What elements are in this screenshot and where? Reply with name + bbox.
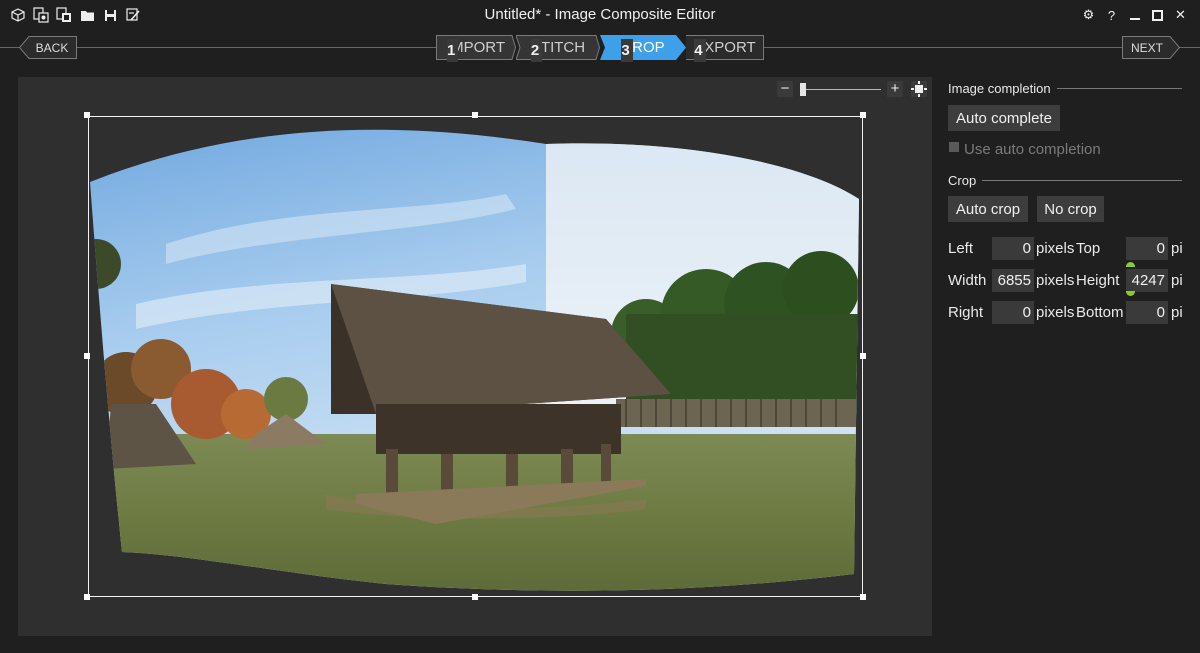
height-input[interactable]: 4247 <box>1126 269 1168 292</box>
wizard-line-left <box>0 47 20 48</box>
left-input[interactable]: 0 <box>992 237 1034 260</box>
crop-handle-right[interactable] <box>860 353 866 359</box>
step-stitch-number: 2 <box>530 39 543 62</box>
width-unit: pixels <box>1036 272 1075 289</box>
step-import[interactable]: 1 IMPORT <box>436 35 516 62</box>
crop-title: Crop <box>948 173 977 188</box>
checkbox-box[interactable] <box>949 142 959 152</box>
image-completion-title: Image completion <box>948 81 1051 96</box>
aspect-lock-top-icon[interactable] <box>1126 262 1135 267</box>
height-unit: pi <box>1171 272 1183 289</box>
zoom-in-button[interactable]: + <box>887 81 903 97</box>
section-divider <box>1056 88 1182 89</box>
no-crop-button[interactable]: No crop <box>1037 196 1104 222</box>
image-completion-header: Image completion <box>948 81 1182 96</box>
use-auto-completion-checkbox[interactable]: Use auto completion <box>949 141 1101 158</box>
step-stitch[interactable]: 2 STITCH <box>516 35 600 62</box>
use-auto-completion-label: Use auto completion <box>964 141 1101 158</box>
wizard-line-left-mid <box>76 47 436 48</box>
crop-handle-left[interactable] <box>84 353 90 359</box>
step-export[interactable]: 4 EXPORT <box>686 35 764 62</box>
top-label: Top <box>1076 240 1101 257</box>
crop-handle-bottom[interactable] <box>472 594 478 600</box>
next-button[interactable]: NEXT <box>1122 36 1180 59</box>
minimize-icon[interactable] <box>1123 5 1146 25</box>
step-crop-number: 3 <box>621 39 633 62</box>
auto-complete-button[interactable]: Auto complete <box>948 105 1060 131</box>
crop-handle-bottom-right[interactable] <box>860 594 866 600</box>
crop-handle-top[interactable] <box>472 112 478 118</box>
aspect-lock-bottom-icon[interactable] <box>1126 291 1135 296</box>
back-button[interactable]: BACK <box>19 36 77 59</box>
settings-icon[interactable]: ⚙ <box>1077 5 1100 25</box>
crop-rectangle[interactable] <box>88 116 863 597</box>
crop-handle-top-left[interactable] <box>84 112 90 118</box>
maximize-icon[interactable] <box>1146 5 1169 25</box>
width-label: Width <box>948 272 987 289</box>
title-bar: Untitled* - Image Composite Editor ⚙ ? ✕ <box>0 0 1200 30</box>
bottom-input[interactable]: 0 <box>1126 301 1168 324</box>
zoom-slider-thumb[interactable] <box>800 83 806 96</box>
wizard-steps: 1 IMPORT 2 STITCH 3 CROP 4 EXPORT <box>436 35 764 62</box>
left-label: Left <box>948 240 974 257</box>
auto-crop-button[interactable]: Auto crop <box>948 196 1028 222</box>
wizard-line-right <box>1178 47 1200 48</box>
crop-header: Crop <box>948 173 1182 188</box>
step-crop[interactable]: 3 CROP <box>600 35 686 62</box>
section-divider <box>982 180 1182 181</box>
height-label: Height <box>1076 272 1120 289</box>
back-button-label: BACK <box>35 40 69 55</box>
step-export-number: 4 <box>694 39 706 62</box>
zoom-out-button[interactable]: − <box>777 81 793 97</box>
step-import-number: 1 <box>446 39 459 62</box>
window-controls: ⚙ ? ✕ <box>1077 5 1192 25</box>
crop-handle-bottom-left[interactable] <box>84 594 90 600</box>
close-icon[interactable]: ✕ <box>1169 5 1192 25</box>
zoom-control: − + <box>777 81 931 99</box>
bottom-unit: pi <box>1171 304 1183 321</box>
next-button-label: NEXT <box>1130 40 1163 55</box>
crop-handle-top-right[interactable] <box>860 112 866 118</box>
right-input[interactable]: 0 <box>992 301 1034 324</box>
left-unit: pixels <box>1036 240 1075 257</box>
help-icon[interactable]: ? <box>1100 5 1123 25</box>
window-title: Untitled* - Image Composite Editor <box>484 6 716 23</box>
wizard-line-right-mid <box>764 47 1122 48</box>
width-input[interactable]: 6855 <box>992 269 1034 292</box>
bottom-label: Bottom <box>1076 304 1124 321</box>
right-unit: pixels <box>1036 304 1075 321</box>
top-unit: pi <box>1171 240 1183 257</box>
top-input[interactable]: 0 <box>1126 237 1168 260</box>
right-label: Right <box>948 304 984 321</box>
fit-to-window-icon[interactable] <box>911 81 927 97</box>
zoom-slider-track[interactable] <box>801 89 881 90</box>
